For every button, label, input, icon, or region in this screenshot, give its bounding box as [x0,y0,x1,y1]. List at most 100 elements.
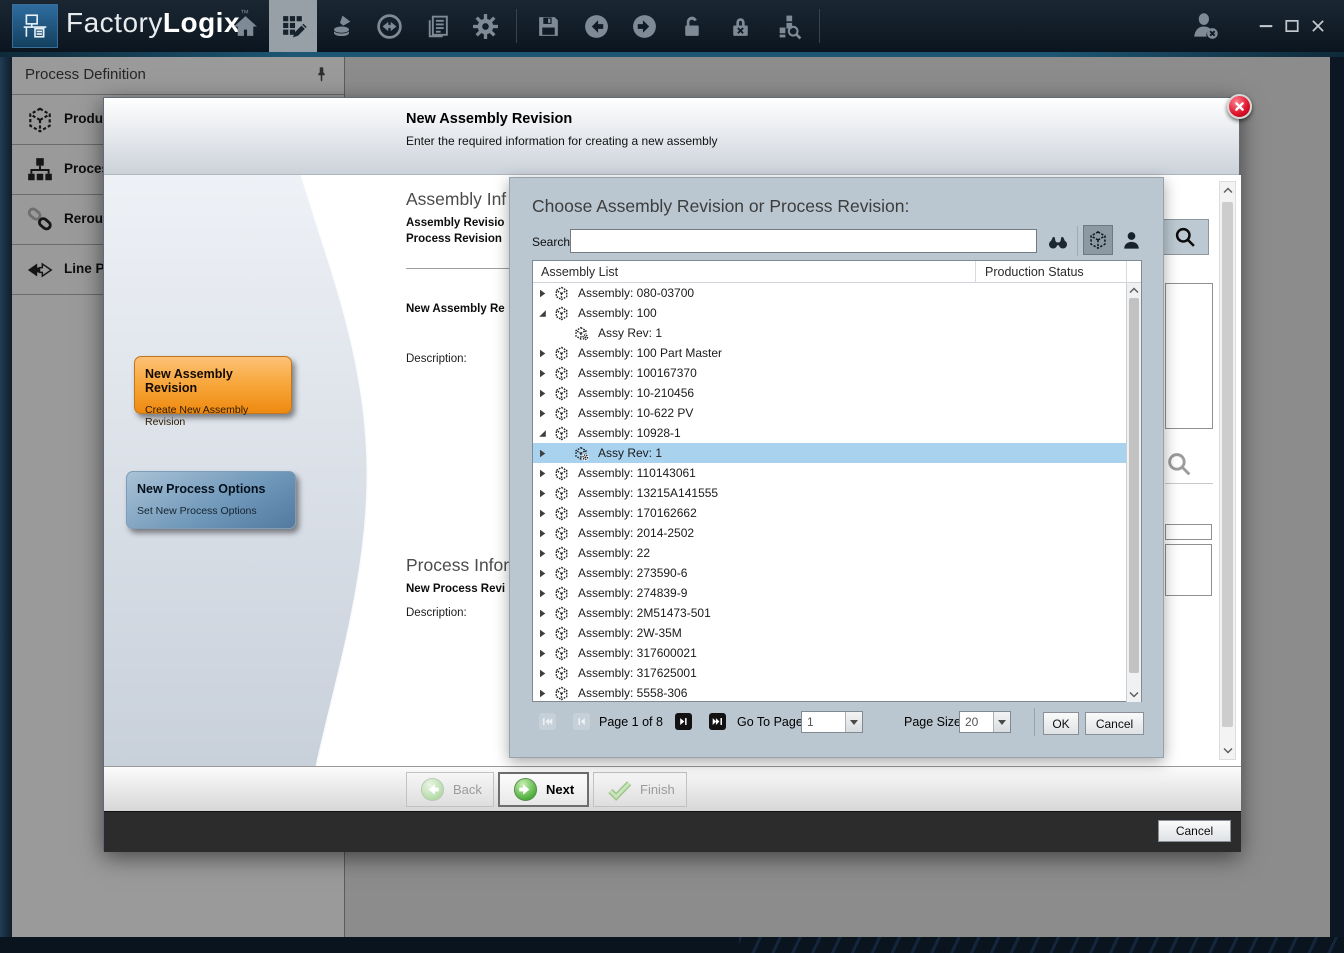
tree-row[interactable]: Assy Rev: 1 [533,443,1126,463]
scrollbar-thumb[interactable] [1222,202,1233,727]
expander-collapsed-icon[interactable] [538,629,547,638]
tree-row[interactable]: Assembly: 2M51473-501 [533,603,1126,623]
tree-row-label: Assy Rev: 1 [598,326,662,340]
production-button[interactable] [317,0,365,52]
home-button[interactable] [221,0,269,52]
tree-row-label: Assembly: 080-03700 [578,286,694,300]
tree-row[interactable]: Assembly: 110143061 [533,463,1126,483]
expander-collapsed-icon[interactable] [538,449,547,458]
expander-expanded-icon[interactable] [538,309,547,318]
tree-row[interactable]: Assembly: 2W-35M [533,623,1126,643]
expander-expanded-icon[interactable] [538,429,547,438]
dialog-close-button[interactable] [1227,94,1252,119]
description-textarea-fragment[interactable] [1165,544,1212,596]
tree-row[interactable]: Assembly: 170162662 [533,503,1126,523]
tree-row[interactable]: Assembly: 10-210456 [533,383,1126,403]
save-button[interactable] [524,0,572,52]
reroute-chain-icon [26,206,54,234]
step-card-new-assembly-revision[interactable]: New Assembly Revision Create New Assembl… [134,356,292,414]
tree-row[interactable]: Assembly: 317625001 [533,663,1126,683]
previous-page-button[interactable] [573,713,590,730]
goto-page-select[interactable]: 1 [801,711,863,733]
scroll-down-icon[interactable] [1129,691,1139,698]
dialog-scrollbar[interactable] [1219,181,1236,760]
expander-collapsed-icon[interactable] [538,489,547,498]
user-logout-icon[interactable] [1190,10,1222,42]
list-scrollbar[interactable] [1126,283,1141,702]
first-page-button[interactable] [539,713,556,730]
nav-forward-button[interactable] [620,0,668,52]
lock-close-button[interactable] [716,0,764,52]
tree-row[interactable]: Assembly: 100 Part Master [533,343,1126,363]
column-separator[interactable] [975,261,976,283]
process-definition-button[interactable] [269,0,317,52]
page-size-select[interactable]: 20 [959,711,1011,733]
step-card-new-process-options[interactable]: New Process Options Set New Process Opti… [126,471,296,529]
expander-collapsed-icon[interactable] [538,569,547,578]
expander-placeholder [538,329,547,338]
expander-collapsed-icon[interactable] [538,689,547,698]
tree-row[interactable]: Assembly: 10928-1 [533,423,1126,443]
tree-row[interactable]: Assembly: 13215A141555 [533,483,1126,503]
dropdown-button[interactable] [993,712,1010,732]
tree-row[interactable]: Assembly: 5558-306 [533,683,1126,702]
tree-row[interactable]: Assembly: 100 [533,303,1126,323]
assembly-search-button[interactable] [1161,219,1209,255]
lock-x-icon [727,13,754,40]
expander-collapsed-icon[interactable] [538,609,547,618]
expander-collapsed-icon[interactable] [538,589,547,598]
pin-icon[interactable] [313,66,330,83]
expander-collapsed-icon[interactable] [538,509,547,518]
scroll-down-icon[interactable] [1223,747,1233,754]
unlock-button[interactable] [668,0,716,52]
expander-collapsed-icon[interactable] [538,669,547,678]
scroll-up-icon[interactable] [1129,287,1139,294]
expander-collapsed-icon[interactable] [538,389,547,398]
scrollbar-thumb[interactable] [1129,298,1139,673]
dialog-cancel-button[interactable]: Cancel [1158,820,1231,842]
tree-row[interactable]: Assy Rev: 1 [533,323,1126,343]
last-page-button[interactable] [709,713,726,730]
gear-icon [472,13,499,40]
expander-collapsed-icon[interactable] [538,469,547,478]
find-assembly-button[interactable] [764,0,812,52]
popup-cancel-button[interactable]: Cancel [1085,712,1144,735]
dropdown-button[interactable] [845,712,862,732]
expander-collapsed-icon[interactable] [538,369,547,378]
tree-row[interactable]: Assembly: 273590-6 [533,563,1126,583]
close-window-button[interactable] [1310,18,1326,34]
finish-button[interactable]: Finish [593,772,687,807]
next-page-button[interactable] [675,713,692,730]
maximize-button[interactable] [1284,18,1300,34]
person-view-toggle[interactable] [1119,228,1144,253]
tree-row[interactable]: Assembly: 080-03700 [533,283,1126,303]
back-button[interactable]: Back [406,772,494,807]
expander-collapsed-icon[interactable] [538,409,547,418]
ok-button[interactable]: OK [1043,712,1079,735]
new-process-input-fragment[interactable] [1165,524,1212,540]
search-input[interactable] [570,229,1037,253]
settings-button[interactable] [461,0,509,52]
column-production-status[interactable]: Production Status [985,265,1084,279]
reports-button[interactable] [413,0,461,52]
minimize-button[interactable] [1258,18,1274,34]
expander-collapsed-icon[interactable] [538,349,547,358]
nav-back-button[interactable] [572,0,620,52]
tree-row[interactable]: Assembly: 274839-9 [533,583,1126,603]
tree-row[interactable]: Assembly: 100167370 [533,363,1126,383]
assembly-search-icon [775,13,802,40]
expander-collapsed-icon[interactable] [538,549,547,558]
binoculars-icon[interactable] [1046,233,1070,251]
expander-collapsed-icon[interactable] [538,529,547,538]
next-button[interactable]: Next [498,772,589,807]
tree-row[interactable]: Assembly: 317600021 [533,643,1126,663]
assembly-view-toggle[interactable] [1083,225,1113,255]
tree-row[interactable]: Assembly: 22 [533,543,1126,563]
expander-collapsed-icon[interactable] [538,289,547,298]
scroll-up-icon[interactable] [1223,187,1233,194]
column-assembly-list[interactable]: Assembly List [541,265,618,279]
tree-row[interactable]: Assembly: 10-622 PV [533,403,1126,423]
transfer-button[interactable] [365,0,413,52]
expander-collapsed-icon[interactable] [538,649,547,658]
tree-row[interactable]: Assembly: 2014-2502 [533,523,1126,543]
